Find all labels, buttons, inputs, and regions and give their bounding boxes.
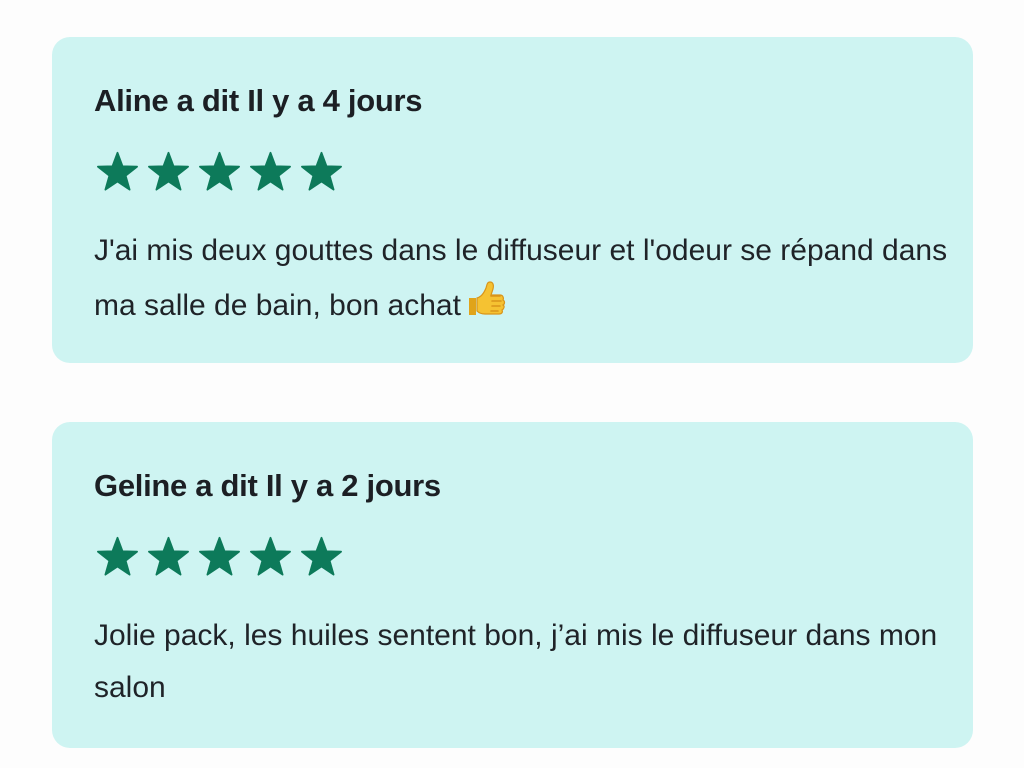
- star-filled-icon: [300, 536, 343, 579]
- star-filled-icon: [300, 151, 343, 194]
- star-filled-icon: [198, 151, 241, 194]
- review-time: Il y a 2 jours: [265, 468, 441, 503]
- review-time: Il y a 4 jours: [247, 83, 423, 118]
- review-card: Geline a dit Il y a 2 jours Jolie pack, …: [52, 422, 973, 748]
- review-text-content: Jolie pack, les huiles sentent bon, j’ai…: [94, 619, 938, 704]
- star-filled-icon: [147, 151, 190, 194]
- review-author: Geline: [94, 468, 187, 503]
- review-text: Jolie pack, les huiles sentent bon, j’ai…: [94, 610, 954, 714]
- review-header: Aline a dit Il y a 4 jours: [94, 83, 422, 119]
- star-filled-icon: [147, 536, 190, 579]
- thumbs-up-icon: [463, 277, 507, 321]
- star-filled-icon: [249, 536, 292, 579]
- review-said: a dit: [176, 83, 240, 118]
- review-card: Aline a dit Il y a 4 jours J'ai mis deux…: [52, 37, 973, 363]
- review-text-content: J'ai mis deux gouttes dans le diffuseur …: [94, 234, 948, 322]
- review-header: Geline a dit Il y a 2 jours: [94, 468, 441, 504]
- star-rating: [96, 536, 343, 579]
- star-filled-icon: [249, 151, 292, 194]
- star-filled-icon: [96, 536, 139, 579]
- review-text: J'ai mis deux gouttes dans le diffuseur …: [94, 225, 954, 332]
- star-rating: [96, 151, 343, 194]
- review-said: a dit: [195, 468, 258, 503]
- star-filled-icon: [96, 151, 139, 194]
- star-filled-icon: [198, 536, 241, 579]
- review-author: Aline: [94, 83, 169, 118]
